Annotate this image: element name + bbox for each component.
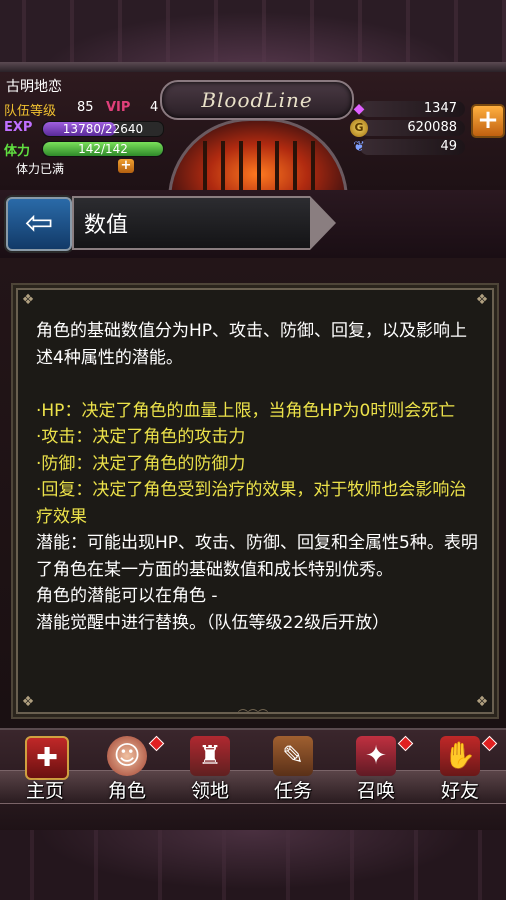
logo-text: BloodLine [201,88,313,112]
handshake-icon: ✋ [440,736,480,776]
nav-label: 好友 [440,780,479,802]
back-button[interactable]: ⇦ [6,197,72,251]
notification-badge [481,735,498,752]
notification-badge [148,735,165,752]
nav-item-3[interactable]: ♜ 领地 [168,736,252,806]
stamina-label: 体力 [4,144,31,159]
vip-level-value: 4 [150,100,159,115]
help-paragraph: ·回复：决定了角色受到治疗的效果，对于牧师也会影响治疗效果 [36,480,467,527]
help-paragraph: 角色的基础数值分为HP、攻击、防御、回复，以及影响上述4种属性的潜能。 [36,321,468,368]
help-text-panel: ❖ ❖ ❖ ❖ 角色的基础数值分为HP、攻击、防御、回复，以及影响上述4种属性的… [16,288,494,714]
nav-item-1[interactable]: ✚ 主页 [3,736,87,806]
quest-book-icon: ✎ [273,736,313,776]
nav-item-5[interactable]: ✦ 召唤 [334,735,418,806]
team-level-value: 85 [77,100,94,115]
nav-label: 任务 [273,780,312,802]
gem-currency: ◆ 1347 [350,100,465,118]
wing-currency: ❦ 49 [350,138,465,156]
corner-ornament-icon: ❖ [475,694,489,710]
back-arrow-icon: ⇦ [24,203,54,243]
corner-ornament-icon: ❖ [21,694,35,710]
help-paragraph: ·防御：决定了角色的防御力 [36,453,246,474]
nav-label: 领地 [190,780,229,802]
help-paragraph: 潜能觉醒中进行替换。（队伍等级22级后开放） [36,612,390,633]
page-title-plate: 数值 [72,196,336,250]
bottom-decoration [0,830,506,900]
exp-label: EXP [4,120,33,135]
nav-item-6[interactable]: ✋ 好友 [418,735,502,806]
help-paragraph: 角色的潜能可以在角色 - [36,586,218,606]
gem-count: 1347 [423,101,457,116]
add-stamina-button[interactable]: + [118,159,134,173]
stamina-value: 142/142 [78,142,128,156]
gem-icon: ◆ [353,101,365,117]
stamina-status: 体力已满 [16,162,65,176]
corner-ornament-icon: ❖ [475,292,489,308]
player-name: 古明地恋 [6,79,62,95]
stamina-bar: 142/142 [42,141,164,157]
help-paragraph: ·HP：决定了角色的血量上限，当角色HP为0时则会死亡 [36,400,456,421]
add-currency-button[interactable]: + [471,104,505,138]
character-icon: ☺ [107,736,147,776]
wing-icon: ❦ [353,139,365,155]
nav-label: 召唤 [356,780,395,802]
help-paragraph: 潜能：可能出现HP、攻击、防御、回复和全属性5种。表明了角色在某一方面的基础数值… [36,533,478,580]
nav-label: 角色 [107,780,146,802]
game-logo: BloodLine [160,80,354,120]
summon-cards-icon: ✦ [356,736,396,776]
exp-bar: 13780/22640 [42,121,164,137]
gold-count: 620088 [407,120,457,135]
help-paragraph: ·攻击：决定了角色的攻击力 [36,427,246,447]
team-level-label: 队伍等级 [4,104,57,119]
wing-count: 49 [440,139,457,154]
exp-value: 13780/22640 [62,122,144,136]
top-decoration [0,0,506,72]
notification-badge [397,735,414,752]
gold-currency: G 620088 [350,119,465,137]
corner-ornament-icon: ❖ [21,292,35,308]
gold-coin-icon: G [350,119,368,137]
home-icon: ✚ [25,736,69,780]
castle-icon: ♜ [190,736,230,776]
nav-item-2[interactable]: ☺ 角色 [85,735,169,806]
help-text[interactable]: 角色的基础数值分为HP、攻击、防御、回复，以及影响上述4种属性的潜能。 ·HP：决… [36,318,478,636]
flourish-ornament-icon: ⌒⌒⌒ [238,710,268,721]
page-title: 数值 [84,213,129,238]
vip-label: VIP [106,100,131,115]
nav-label: 主页 [25,780,64,802]
nav-item-4[interactable]: ✎ 任务 [251,736,335,806]
